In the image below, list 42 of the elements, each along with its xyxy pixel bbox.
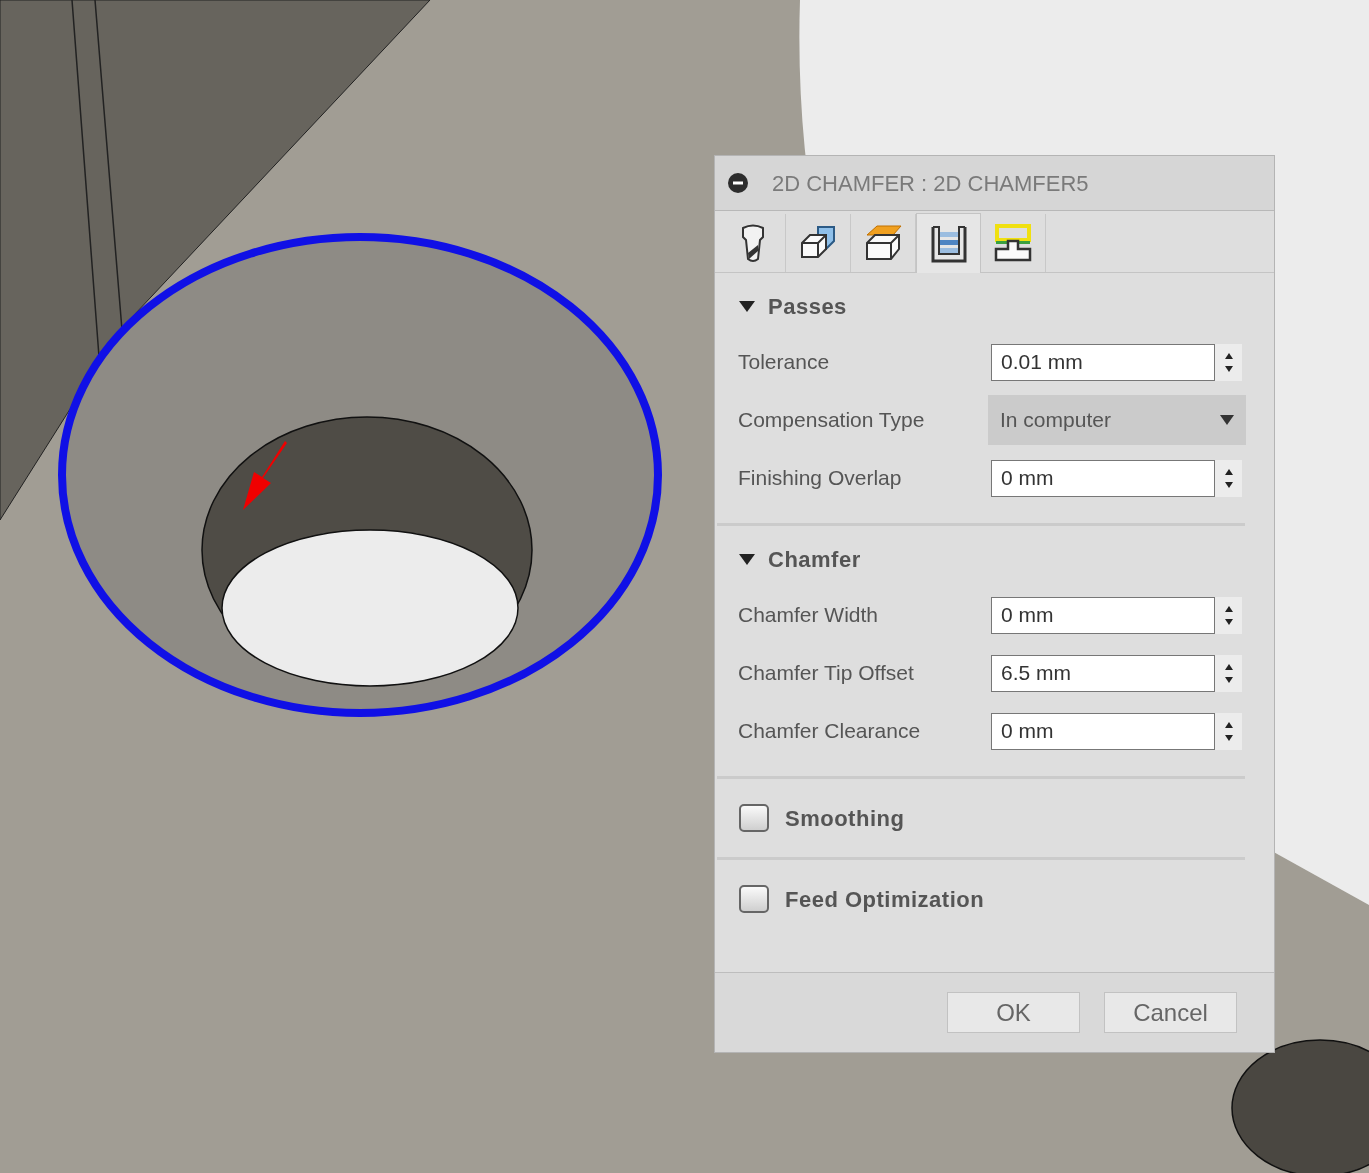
field-label: Tolerance bbox=[738, 349, 831, 376]
down-triangle-icon[interactable] bbox=[1224, 365, 1233, 372]
toolbar-tab[interactable] bbox=[916, 213, 981, 273]
spinner-control[interactable] bbox=[1215, 654, 1242, 692]
checkbox-label: Feed Optimization bbox=[785, 885, 985, 914]
field-label: Finishing Overlap bbox=[738, 465, 903, 492]
down-triangle-icon[interactable] bbox=[1224, 481, 1233, 488]
up-triangle-icon[interactable] bbox=[1224, 663, 1233, 670]
section-title: Chamfer bbox=[768, 545, 861, 574]
dialog-button[interactable]: OK bbox=[947, 992, 1080, 1033]
checkbox[interactable] bbox=[739, 804, 769, 832]
up-triangle-icon[interactable] bbox=[1224, 352, 1233, 359]
checkbox-label: Smoothing bbox=[785, 804, 905, 833]
down-triangle-icon[interactable] bbox=[1224, 618, 1233, 625]
number-input-field[interactable]: 0 mm bbox=[991, 459, 1215, 497]
up-triangle-icon[interactable] bbox=[1224, 605, 1233, 612]
down-triangle-icon[interactable] bbox=[1224, 734, 1233, 741]
up-triangle-icon[interactable] bbox=[1224, 721, 1233, 728]
spinner-control[interactable] bbox=[1215, 596, 1242, 634]
expanded-triangle-icon[interactable] bbox=[738, 552, 756, 566]
number-input-field[interactable]: 6.5 mm bbox=[991, 654, 1215, 692]
section-title: Passes bbox=[768, 292, 847, 321]
dialog-title: 2D CHAMFER : 2D CHAMFER5 bbox=[772, 169, 1089, 198]
spinner-control[interactable] bbox=[1215, 343, 1242, 381]
up-triangle-icon[interactable] bbox=[1224, 468, 1233, 475]
checkbox[interactable] bbox=[739, 885, 769, 913]
field-label: Chamfer Tip Offset bbox=[738, 660, 915, 687]
field-label: Chamfer Clearance bbox=[738, 718, 922, 745]
spinner-control[interactable] bbox=[1215, 712, 1242, 750]
down-triangle-icon[interactable] bbox=[1224, 676, 1233, 683]
direction-arrow bbox=[243, 441, 287, 510]
number-input-field[interactable]: 0 mm bbox=[991, 712, 1215, 750]
dropdown-arrow-icon bbox=[1220, 415, 1234, 425]
spinner-control[interactable] bbox=[1215, 459, 1242, 497]
field-label: Compensation Type bbox=[738, 407, 926, 434]
dropdown[interactable]: In computer bbox=[988, 395, 1246, 445]
expanded-triangle-icon[interactable] bbox=[738, 299, 756, 313]
collapse-icon[interactable] bbox=[728, 173, 748, 193]
number-input-field[interactable]: 0 mm bbox=[991, 596, 1215, 634]
number-input-field[interactable]: 0.01 mm bbox=[991, 343, 1215, 381]
field-label: Chamfer Width bbox=[738, 602, 880, 629]
dialog-button[interactable]: Cancel bbox=[1104, 992, 1237, 1033]
